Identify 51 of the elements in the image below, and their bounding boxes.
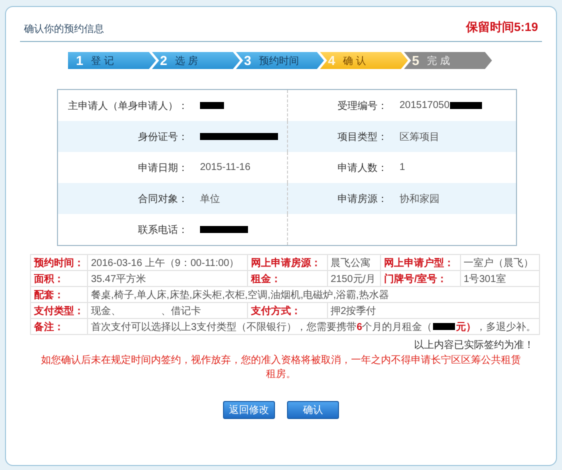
field-label: 申请人数： [336,162,388,174]
remark-text: 元） [456,322,476,332]
remark-text: ，多退少补。 [476,322,536,332]
progress-step: 4 确 认 [320,52,408,69]
table-cell: 押2按季付 [327,302,540,318]
remark-text: 首次支付可以选择以上3支付类型（不限银行），您需要携带 [91,322,357,332]
table-cell: 2150元/月 [327,270,381,286]
table-cell: 支付方式： [248,302,328,318]
table-cell: 预约时间： [30,254,88,270]
field-label: 受理编号： [336,100,388,112]
table-cell: 门牌号/室号： [380,270,460,286]
table-cell: 35.47平方米 [88,270,248,286]
redaction-block [433,323,456,330]
progress-step: 2 选 房 [152,52,240,69]
table-cell: 餐桌,椅子,单人床,床垫,床头柜,衣柜,空调,油烟机,电磁炉,浴霸,热水器 [88,286,540,302]
field-value: 协和家园 [400,192,440,206]
field-value: 2015-11-16 [200,162,250,173]
field-label: 申请房源： [336,192,388,206]
table-cell: 备注： [30,318,88,334]
field-label: 联系电话： [137,224,188,236]
field-value: 201517050 [400,100,450,111]
field-label: 身份证号： [137,130,188,144]
confirm-button[interactable]: 确认 [287,401,339,419]
table-cell: 一室户（晨飞） [460,254,540,270]
table-cell: 网上申请户型： [380,254,460,270]
field-label: 项目类型： [336,130,388,144]
notice-text: 以上内容已实际签约为准！ [413,338,534,352]
progress-step: 1 登 记 [68,52,156,69]
table-cell: 现金、 、借记卡 [88,302,248,318]
table-cell: 1号301室 [460,270,540,286]
remark-text: 个月的月租金（ [362,322,432,332]
field-value: 1 [400,162,406,173]
back-button[interactable]: 返回修改 [223,401,275,419]
table-cell: 面积： [30,270,88,286]
page-title: 确认你的预约信息 [24,22,104,36]
countdown-text: 保留时间5:19 [466,19,538,36]
field-value: 单位 [200,192,220,206]
table-cell: 配套： [30,286,88,302]
warning-text: 如您确认后未在规定时间内签约，视作放弃，您的准入资格将被取消，一年之内不得申请长宁区区筹公共租赁租房。 [40,354,522,381]
field-label: 合同对象： [137,192,188,206]
progress-step: 5 完 成 [404,52,492,69]
field-label: 主申请人（单身申请人）： [67,100,188,112]
field-value: 区筹项目 [400,130,440,144]
table-cell: 晨飞公寓 [327,254,381,270]
table-cell: 网上申请房源： [248,254,328,270]
table-cell: 2016-03-16 上午（9：00-11:00） [88,254,248,270]
remark-text: 6 [356,322,362,332]
table-cell: 支付类型： [30,302,88,318]
field-label: 申请日期： [137,162,188,174]
table-cell: 租金： [248,270,328,286]
progress-step: 3 预约时间 [236,52,324,69]
